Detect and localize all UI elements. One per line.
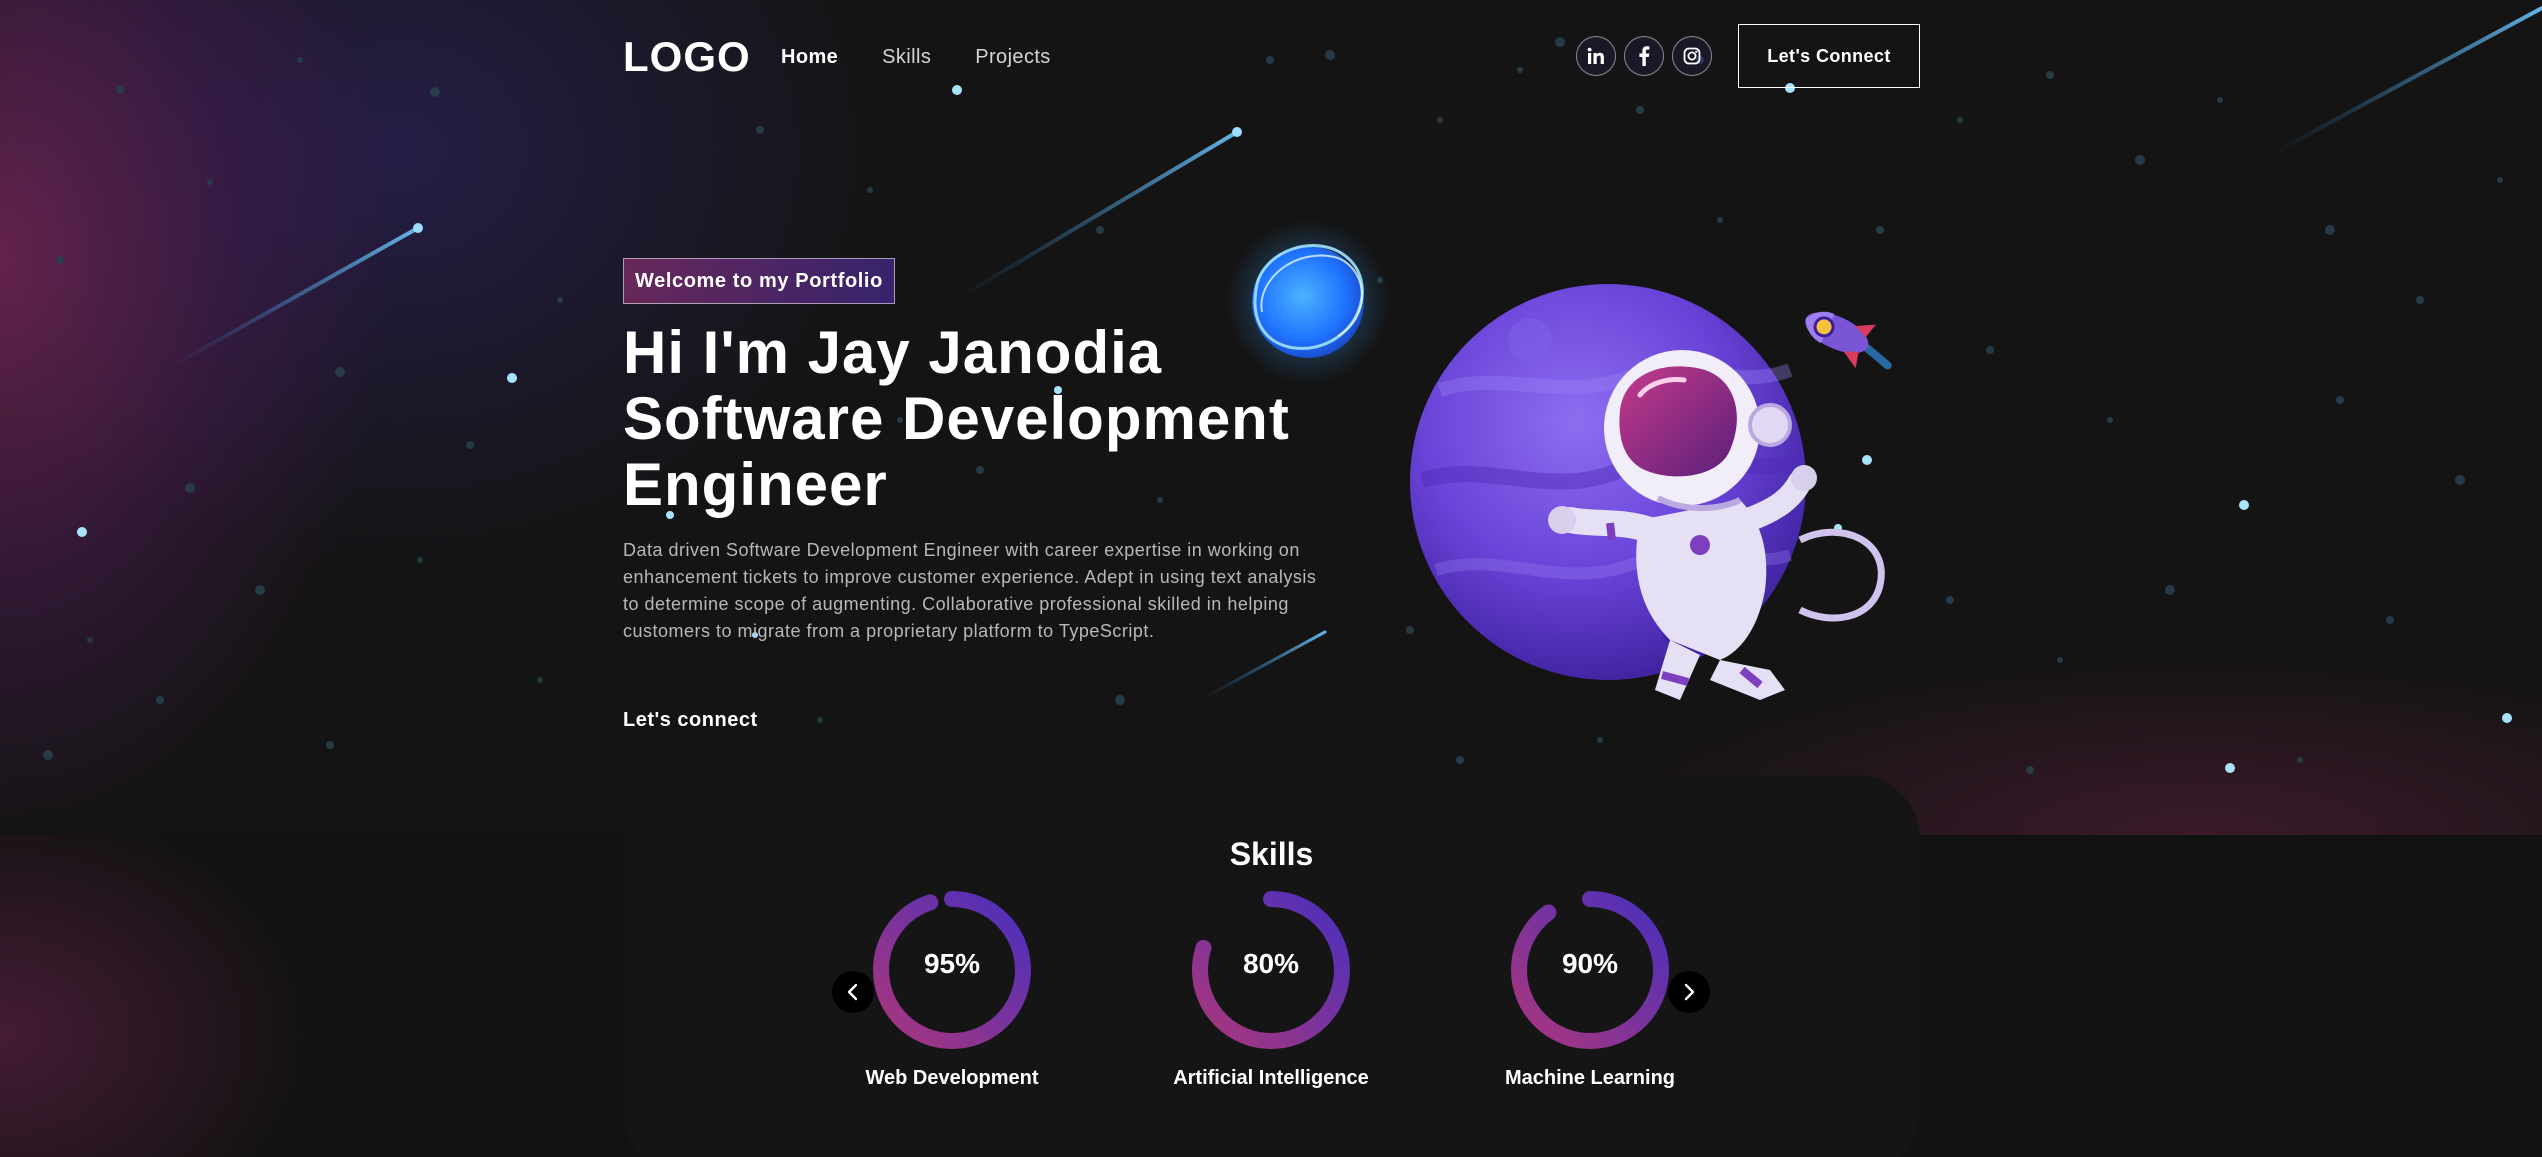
logo[interactable]: LOGO [623, 32, 751, 82]
skills-section: Skills 95% Web Development 80% Artificia… [623, 775, 1920, 1157]
facebook-icon[interactable] [1624, 36, 1664, 76]
skill-label: Machine Learning [1504, 1067, 1676, 1089]
skill-label: Web Development [865, 1067, 1039, 1089]
hero-connect-link[interactable]: Let's connect [623, 706, 758, 734]
navbar: LOGO Home Skills Projects Let's Connect [623, 24, 1920, 90]
nav-link-projects[interactable]: Projects [975, 44, 1050, 70]
carousel-next-button[interactable] [1668, 971, 1710, 1013]
social-icons [1576, 36, 1712, 76]
nav-links: Home Skills Projects [781, 44, 1095, 70]
welcome-tagline: Welcome to my Portfolio [623, 258, 895, 304]
skills-heading: Skills [1229, 836, 1314, 872]
skill-percentage: 95% [923, 948, 981, 979]
chevron-right-icon [1684, 983, 1695, 1001]
page: LOGO Home Skills Projects Let's Connect … [0, 0, 2542, 1157]
instagram-icon[interactable] [1672, 36, 1712, 76]
skill-label: Artificial Intelligence [1173, 1067, 1369, 1089]
skill-percentage: 80% [1242, 948, 1300, 979]
linkedin-icon[interactable] [1576, 36, 1616, 76]
skill-item: 95% Web Development [832, 885, 1072, 1091]
lets-connect-button[interactable]: Let's Connect [1738, 24, 1920, 88]
nav-link-skills[interactable]: Skills [882, 44, 931, 70]
skill-item: 80% Artificial Intelligence [1151, 885, 1391, 1091]
rocket [1805, 311, 1892, 370]
nav-link-home[interactable]: Home [781, 44, 838, 70]
astronaut-illustration [1226, 220, 1892, 700]
